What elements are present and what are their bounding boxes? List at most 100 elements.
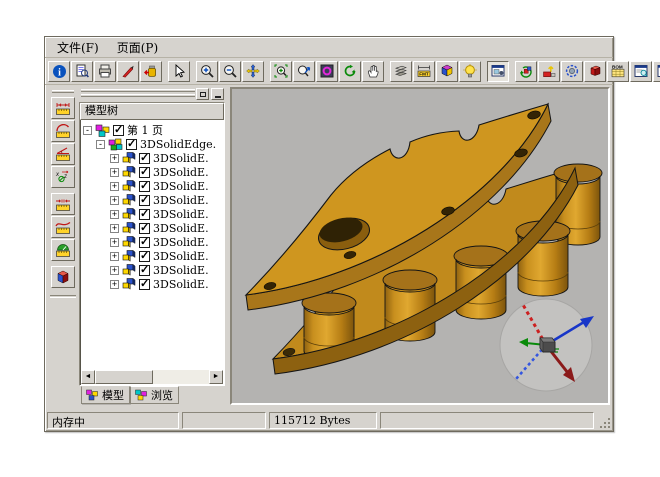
expand-icon[interactable]: + [110, 182, 119, 191]
checkbox[interactable] [139, 265, 150, 276]
orientation-widget[interactable] [494, 293, 598, 397]
dimension-format-button[interactable]: FMT [413, 61, 435, 82]
structure-tree-button[interactable] [653, 61, 660, 82]
tree-item-part[interactable]: + 3DSolidE. [80, 179, 224, 193]
checkbox[interactable] [139, 181, 150, 192]
measure-area-button[interactable] [51, 239, 75, 261]
checkbox[interactable] [139, 195, 150, 206]
dimension-format-icon: FMT [417, 64, 431, 78]
expand-icon[interactable]: + [110, 266, 119, 275]
measure-curve-button[interactable] [51, 216, 75, 238]
render-cube-button[interactable] [436, 61, 458, 82]
measure-solid-icon [55, 270, 71, 285]
minimize-icon [215, 96, 221, 98]
assembly-structure-button[interactable] [515, 61, 537, 82]
tree-item-part[interactable]: + 3DSolidE. [80, 151, 224, 165]
measure-distance-button[interactable] [51, 193, 75, 215]
layers-button[interactable] [390, 61, 412, 82]
tab-browse[interactable]: 浏览 [130, 386, 179, 404]
menu-file[interactable]: 文件(F) [57, 39, 99, 56]
print-preview-button[interactable] [71, 61, 93, 82]
model-tab-icon [86, 389, 99, 401]
refresh-rotate-button[interactable] [339, 61, 361, 82]
measure-coordinate-button[interactable]: xz [51, 166, 75, 188]
export-button[interactable] [140, 61, 162, 82]
print-button[interactable] [94, 61, 116, 82]
tree-item-label: 3DSolidE. [153, 180, 209, 193]
pan-arrows-icon [246, 64, 260, 78]
view-settings-button[interactable] [487, 61, 509, 82]
viewport-3d[interactable] [230, 87, 610, 405]
checkbox[interactable] [139, 237, 150, 248]
expand-icon[interactable]: + [110, 280, 119, 289]
tree-item-part[interactable]: + 3DSolidE. [80, 165, 224, 179]
checkbox[interactable] [139, 167, 150, 178]
checkbox[interactable] [139, 153, 150, 164]
zoom-out-button[interactable] [219, 61, 241, 82]
annotate-button[interactable] [117, 61, 139, 82]
scroll-left-button[interactable]: ◄ [81, 370, 95, 384]
bom-table-icon: BOM [611, 64, 625, 78]
render-cube-icon [440, 64, 454, 78]
zoom-window-icon [274, 64, 288, 78]
expand-icon[interactable]: + [110, 238, 119, 247]
status-bar: 内存中 115712 Bytes [47, 408, 611, 429]
app-window: 文件(F) 页面(P) i FMT BOM [44, 36, 614, 432]
pan-hand-button[interactable] [362, 61, 384, 82]
rotate-view-button[interactable] [316, 61, 338, 82]
checkbox[interactable] [139, 279, 150, 290]
expand-icon[interactable]: + [110, 252, 119, 261]
tree-item-part[interactable]: + 3DSolidE. [80, 193, 224, 207]
panel-hide-button[interactable] [211, 88, 224, 100]
scrollbar-thumb[interactable] [95, 370, 153, 384]
tree-item-page[interactable]: - 第 1 页 [80, 123, 224, 137]
resize-grip[interactable] [597, 412, 611, 429]
zoom-dynamic-button[interactable] [293, 61, 315, 82]
tree-item-part[interactable]: + 3DSolidE. [80, 277, 224, 291]
checkbox[interactable] [139, 223, 150, 234]
collapse-icon[interactable]: - [83, 126, 92, 135]
menu-page[interactable]: 页面(P) [117, 39, 158, 56]
expand-icon[interactable]: + [110, 210, 119, 219]
rotate-component-button[interactable] [561, 61, 583, 82]
toolbar-grip[interactable] [52, 90, 74, 93]
select-cursor-button[interactable] [168, 61, 190, 82]
panel-titlebar[interactable] [79, 87, 227, 102]
tree-item-part[interactable]: + 3DSolidE. [80, 235, 224, 249]
expand-icon[interactable]: + [110, 224, 119, 233]
measure-angle-button[interactable] [51, 143, 75, 165]
tree-item-part[interactable]: + 3DSolidE. [80, 249, 224, 263]
measure-solid-button[interactable] [51, 266, 75, 288]
tab-model[interactable]: 模型 [81, 386, 130, 404]
tree-item-assembly[interactable]: - 3DSolidEdge. [80, 137, 224, 151]
measure-radius-button[interactable] [51, 120, 75, 142]
lighting-button[interactable] [459, 61, 481, 82]
tree-item-part[interactable]: + 3DSolidE. [80, 263, 224, 277]
checkbox[interactable] [139, 209, 150, 220]
panel-maximize-button[interactable] [196, 88, 209, 100]
checkbox[interactable] [139, 251, 150, 262]
checkbox[interactable] [113, 125, 124, 136]
part-icon [122, 278, 136, 290]
expand-icon[interactable]: + [110, 154, 119, 163]
solid-model-button[interactable] [584, 61, 606, 82]
expand-icon[interactable]: + [110, 196, 119, 205]
move-component-button[interactable] [538, 61, 560, 82]
tree-item-part[interactable]: + 3DSolidE. [80, 207, 224, 221]
pan-arrows-button[interactable] [242, 61, 264, 82]
bom-table-button[interactable]: BOM [607, 61, 629, 82]
collapse-icon[interactable]: - [96, 140, 105, 149]
info-button[interactable]: i [48, 61, 70, 82]
zoom-window-button[interactable] [270, 61, 292, 82]
checkbox[interactable] [126, 139, 137, 150]
measure-length-button[interactable] [51, 97, 75, 119]
tree-item-label: 3DSolidE. [153, 278, 209, 291]
expand-icon[interactable]: + [110, 168, 119, 177]
zoom-dynamic-icon [297, 64, 311, 78]
move-component-icon [542, 64, 556, 78]
properties-window-button[interactable] [630, 61, 652, 82]
zoom-in-button[interactable] [196, 61, 218, 82]
tree-item-part[interactable]: + 3DSolidE. [80, 221, 224, 235]
status-memory: 内存中 [47, 412, 179, 429]
scroll-right-button[interactable]: ► [209, 370, 223, 384]
